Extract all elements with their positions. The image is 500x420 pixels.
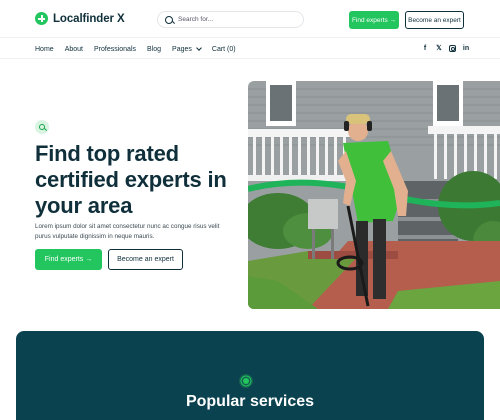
- nav-item-pages[interactable]: Pages: [172, 44, 202, 54]
- magnifier-badge-icon: [39, 124, 45, 130]
- hero-image: [248, 81, 500, 309]
- header-become-expert-button[interactable]: Become an expert: [405, 11, 464, 29]
- brand-name: Localfinder X: [53, 12, 125, 25]
- hero-find-experts-button[interactable]: Find experts →: [35, 249, 102, 270]
- brand-logo[interactable]: Localfinder X: [35, 12, 125, 25]
- nav-item-about[interactable]: About: [65, 44, 83, 54]
- services-badge: [239, 374, 253, 388]
- nav-item-professionals[interactable]: Professionals: [94, 44, 136, 54]
- nav-divider: [0, 58, 500, 59]
- hero-title: Find top rated certified experts in your…: [35, 141, 227, 218]
- twitter-icon[interactable]: 𝕏: [435, 44, 443, 52]
- gear-badge-icon: [243, 378, 249, 384]
- header-find-experts-button[interactable]: Find experts →: [349, 11, 399, 29]
- hero-become-expert-button[interactable]: Become an expert: [108, 249, 183, 270]
- logo-icon: [35, 12, 48, 25]
- nav-item-blog[interactable]: Blog: [147, 44, 161, 54]
- social-links: f 𝕏 in: [421, 44, 470, 52]
- nav-item-cart[interactable]: Cart (0): [212, 44, 236, 54]
- linkedin-icon[interactable]: in: [462, 45, 470, 52]
- facebook-icon[interactable]: f: [421, 45, 429, 52]
- main-nav: Home About Professionals Blog Pages Cart…: [35, 44, 247, 54]
- search-icon: [165, 15, 173, 24]
- site-header: Localfinder X Find experts → Become an e…: [0, 0, 500, 38]
- search-box[interactable]: [157, 11, 304, 28]
- hero-badge: [35, 120, 49, 134]
- chevron-down-icon: [196, 44, 202, 51]
- services-title: Popular services: [185, 393, 315, 410]
- instagram-icon[interactable]: [449, 44, 456, 52]
- search-input[interactable]: [178, 16, 298, 23]
- hero-description: Lorem ipsum dolor sit amet consectetur n…: [35, 223, 220, 240]
- nav-item-home[interactable]: Home: [35, 44, 54, 54]
